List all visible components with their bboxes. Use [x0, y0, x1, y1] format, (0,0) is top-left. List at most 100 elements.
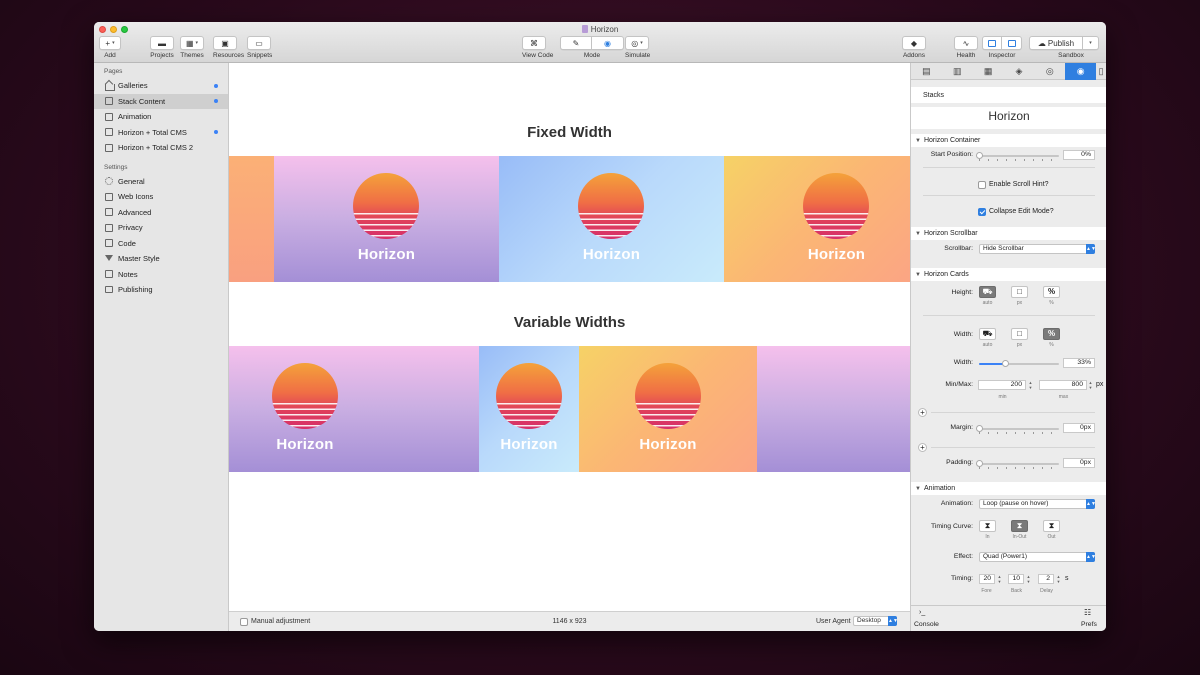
- snippets-button[interactable]: ▭ Snippets: [247, 36, 272, 59]
- fore-stepper[interactable]: ▲ ▼: [997, 574, 1002, 584]
- padding-value[interactable]: 0px: [1063, 458, 1095, 468]
- slider-ticks: [979, 432, 1059, 434]
- sidebar-item-horizon-total-cms-2[interactable]: Horizon + Total CMS 2: [94, 140, 228, 156]
- add-button[interactable]: + ▾ Add: [99, 36, 121, 59]
- height-percent-button[interactable]: %: [1043, 286, 1060, 298]
- curve-in-button[interactable]: ⧗: [979, 520, 996, 532]
- max-stepper[interactable]: ▲ ▼: [1088, 380, 1093, 390]
- horizon-card[interactable]: Horizon: [274, 156, 499, 282]
- addons-button[interactable]: ◆ Addons: [902, 36, 926, 59]
- mode-segmented[interactable]: ✎ ◉ Mode: [560, 36, 624, 59]
- sidebar-item-publishing[interactable]: Publishing: [94, 282, 228, 298]
- sliders-icon[interactable]: ☷: [1084, 608, 1091, 617]
- back-stepper[interactable]: ▲ ▼: [1026, 574, 1031, 584]
- health-button[interactable]: ∿ Health: [954, 36, 978, 59]
- height-px-button[interactable]: □: [1011, 286, 1028, 298]
- horizon-card[interactable]: Horizon: [229, 346, 479, 472]
- curve-inout-button[interactable]: ⧗: [1011, 520, 1028, 532]
- sidebar-item-horizon-total-cms[interactable]: Horizon + Total CMS: [94, 125, 228, 141]
- cards-group-header[interactable]: ▼ Horizon Cards: [911, 268, 1106, 281]
- tab-overflow-icon[interactable]: ▯: [1096, 63, 1106, 80]
- max-input[interactable]: 800: [1039, 380, 1087, 390]
- preview-mode-button[interactable]: ◉: [592, 36, 624, 50]
- margin-slider[interactable]: [976, 425, 1059, 434]
- console-button[interactable]: Console: [914, 621, 939, 628]
- sidebar-toggle-button[interactable]: [982, 36, 1002, 50]
- delay-input[interactable]: 2: [1038, 574, 1054, 584]
- min-stepper[interactable]: ▲ ▼: [1028, 380, 1033, 390]
- slider-knob[interactable]: [976, 425, 983, 432]
- horizon-card[interactable]: Horizon: [579, 346, 757, 472]
- horizon-card[interactable]: Horizon: [479, 346, 579, 472]
- inspector-segmented[interactable]: Inspector: [982, 36, 1022, 59]
- view-code-button[interactable]: ⌘ View Code: [522, 36, 553, 59]
- width-value[interactable]: 33%: [1063, 358, 1095, 368]
- simulate-button[interactable]: ◎ ▾ Simulate: [625, 36, 650, 59]
- inspector-toggle-button[interactable]: [1002, 36, 1022, 50]
- back-input[interactable]: 10: [1008, 574, 1024, 584]
- slider-knob[interactable]: [976, 460, 983, 467]
- container-group-header[interactable]: ▼ Horizon Container: [911, 134, 1106, 147]
- resources-button[interactable]: ▣ Resources: [213, 36, 244, 59]
- sidebar-item-advanced[interactable]: Advanced: [94, 205, 228, 221]
- sidebar-item-code[interactable]: Code: [94, 236, 228, 252]
- animation-select[interactable]: Loop (pause on hover) ▲▼: [979, 499, 1096, 509]
- divider: [931, 447, 1095, 448]
- sidebar-item-privacy[interactable]: Privacy: [94, 220, 228, 236]
- page-canvas[interactable]: Fixed Width Horizon Horizon Horizon Vari…: [229, 63, 910, 611]
- sidebar-item-notes[interactable]: Notes: [94, 267, 228, 283]
- horizon-card-partial[interactable]: [757, 346, 910, 472]
- animation-group-header[interactable]: ▼ Animation: [911, 482, 1106, 495]
- horizon-card[interactable]: Horizon: [724, 156, 910, 282]
- start-position-slider[interactable]: [976, 152, 1059, 161]
- horizon-card-partial[interactable]: [229, 156, 274, 282]
- user-agent-select[interactable]: Desktop ▲▼: [853, 616, 898, 626]
- padding-slider[interactable]: [976, 460, 1059, 469]
- sidebar-item-general[interactable]: General: [94, 174, 228, 190]
- collapse-edit-checkbox[interactable]: [978, 208, 986, 216]
- publish-button[interactable]: ☁ Publish: [1029, 36, 1083, 50]
- curve-out-button[interactable]: ⧗: [1043, 520, 1060, 532]
- tab-page-icon[interactable]: ▥: [942, 63, 973, 80]
- page-icon: [105, 128, 113, 137]
- min-input[interactable]: 200: [978, 380, 1026, 390]
- scrollbar-select[interactable]: Hide Scrollbar ▲▼: [979, 244, 1096, 254]
- tab-site-icon[interactable]: ▤: [911, 63, 942, 80]
- scrollbar-group-header[interactable]: ▼ Horizon Scrollbar: [911, 227, 1106, 240]
- tab-stacks-icon[interactable]: ◉: [1065, 63, 1097, 80]
- start-position-value[interactable]: 0%: [1063, 150, 1095, 160]
- slider-knob[interactable]: [1002, 360, 1010, 367]
- console-icon[interactable]: ›_: [919, 609, 925, 616]
- sidebar-item-web-icons[interactable]: Web Icons: [94, 189, 228, 205]
- projects-button[interactable]: ▬ Projects: [150, 36, 174, 59]
- unpublished-dot: [214, 99, 218, 104]
- addons-label: Addons: [902, 52, 926, 59]
- width-px-button[interactable]: □: [1011, 328, 1028, 340]
- margin-value[interactable]: 0px: [1063, 423, 1095, 433]
- tab-tag-icon[interactable]: ◈: [1004, 63, 1035, 80]
- scroll-hint-checkbox[interactable]: [978, 181, 986, 189]
- sidebar-item-animation[interactable]: Animation: [94, 109, 228, 125]
- sidebar-item-stack-content[interactable]: Stack Content: [94, 93, 228, 109]
- horizon-card[interactable]: Horizon: [499, 156, 724, 282]
- fore-input[interactable]: 20: [979, 574, 995, 584]
- sidebar-item-master-style[interactable]: Master Style: [94, 251, 228, 267]
- chevron-updown-icon: ▲▼: [1086, 552, 1096, 562]
- edit-mode-button[interactable]: ✎: [560, 36, 592, 50]
- prefs-button[interactable]: Prefs: [1081, 621, 1097, 628]
- publish-menu-button[interactable]: ▾: [1083, 36, 1099, 50]
- width-auto-button[interactable]: ⛟: [979, 328, 996, 340]
- delay-stepper[interactable]: ▲ ▼: [1056, 574, 1061, 584]
- slider-knob[interactable]: [976, 152, 983, 159]
- width-percent-button[interactable]: %: [1043, 328, 1060, 340]
- tab-target-icon[interactable]: ◎: [1034, 63, 1065, 80]
- add-breakpoint-button[interactable]: +: [918, 408, 927, 417]
- effect-select[interactable]: Quad (Power1) ▲▼: [979, 552, 1096, 562]
- add-breakpoint-button[interactable]: +: [918, 443, 927, 452]
- hourglass-icon: ⧗: [984, 521, 991, 530]
- tab-layout-icon[interactable]: ▦: [973, 63, 1004, 80]
- sidebar-item-galleries[interactable]: Galleries: [94, 78, 228, 94]
- width-slider[interactable]: [979, 360, 1059, 367]
- height-auto-button[interactable]: ⛟: [979, 286, 996, 298]
- themes-button[interactable]: ▦ ▾ Themes: [180, 36, 204, 59]
